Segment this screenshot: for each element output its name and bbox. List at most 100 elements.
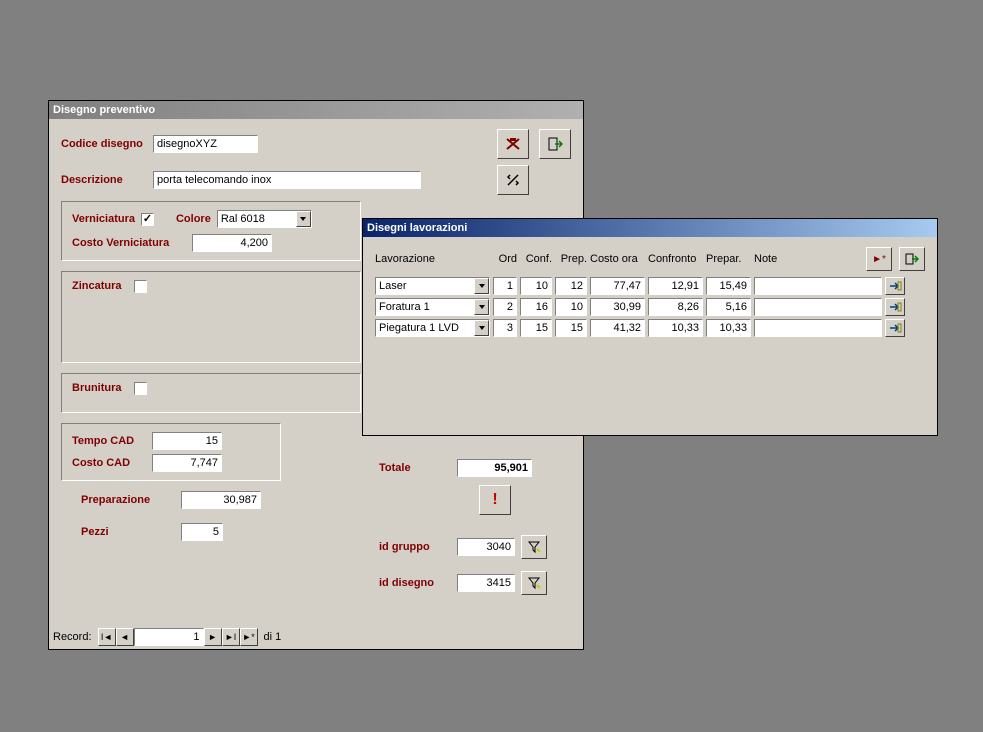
tools-button[interactable] [497, 165, 529, 195]
brunitura-checkbox[interactable] [134, 382, 147, 395]
colore-label: Colore [176, 213, 211, 225]
sub-window: Disegni lavorazioni Lavorazione Ord Conf… [362, 218, 938, 436]
ord-cell[interactable]: 2 [493, 298, 517, 316]
new-row-button[interactable]: ►* [866, 247, 892, 271]
arrow-right-icon [888, 301, 902, 313]
note-cell[interactable] [754, 298, 882, 316]
col-prep: Prep. [555, 253, 587, 265]
prep-cell[interactable]: 10 [555, 298, 587, 316]
row-action-button[interactable] [885, 298, 905, 316]
arrow-right-icon [888, 280, 902, 292]
preparazione-label: Preparazione [81, 494, 181, 506]
id-gruppo-input[interactable] [457, 538, 515, 556]
note-cell[interactable] [754, 277, 882, 295]
record-label: Record: [53, 631, 92, 643]
ord-cell[interactable]: 1 [493, 277, 517, 295]
filter-disegno-button[interactable] [521, 571, 547, 595]
nav-next-button[interactable]: ► [204, 628, 222, 646]
prepar-cell[interactable]: 15,49 [706, 277, 751, 295]
chevron-down-icon [474, 299, 489, 315]
costo-verniciatura-label: Costo Verniciatura [72, 237, 192, 249]
col-costo-ora: Costo ora [590, 253, 645, 265]
prep-cell[interactable]: 12 [555, 277, 587, 295]
conf-cell[interactable]: 16 [520, 298, 552, 316]
costo-ora-cell[interactable]: 41,32 [590, 319, 645, 337]
close-button[interactable] [539, 129, 571, 159]
lavorazione-select[interactable]: Foratura 1 [375, 298, 490, 316]
record-navigator: Record: I◄ ◄ ► ►I ►* di 1 [53, 628, 281, 646]
lavorazione-select[interactable]: Laser [375, 277, 490, 295]
id-disegno-label: id disegno [379, 577, 457, 589]
main-title: Disegno preventivo [53, 104, 155, 116]
sub-titlebar[interactable]: Disegni lavorazioni [363, 219, 937, 237]
exit-door-icon [905, 252, 919, 266]
descrizione-label: Descrizione [61, 174, 153, 186]
prepar-cell[interactable]: 10,33 [706, 319, 751, 337]
nav-first-button[interactable]: I◄ [98, 628, 116, 646]
confronto-cell[interactable]: 10,33 [648, 319, 703, 337]
lavorazione-value: Laser [376, 280, 474, 292]
costo-cad-input[interactable] [152, 454, 222, 472]
verniciatura-label: Verniciatura [72, 213, 135, 225]
table-row: Piegatura 1 LVD3151541,3210,3310,33 [375, 319, 925, 337]
col-prepar: Prepar. [706, 253, 751, 265]
record-of-label: di 1 [264, 631, 282, 643]
filter-gruppo-button[interactable] [521, 535, 547, 559]
costo-cad-label: Costo CAD [72, 457, 152, 469]
descrizione-input[interactable] [153, 171, 421, 189]
nav-prev-button[interactable]: ◄ [116, 628, 134, 646]
nav-last-button[interactable]: ►I [222, 628, 240, 646]
col-note: Note [754, 253, 814, 265]
costo-verniciatura-input[interactable] [192, 234, 272, 252]
table-row: Laser 1101277,4712,9115,49 [375, 277, 925, 295]
zincatura-checkbox[interactable] [134, 280, 147, 293]
totale-input[interactable] [457, 459, 532, 477]
preparazione-input[interactable] [181, 491, 261, 509]
conf-cell[interactable]: 10 [520, 277, 552, 295]
row-action-button[interactable] [885, 277, 905, 295]
codice-disegno-label: Codice disegno [61, 138, 153, 150]
conf-cell[interactable]: 15 [520, 319, 552, 337]
record-number-input[interactable] [134, 628, 204, 646]
col-confronto: Confronto [648, 253, 703, 265]
id-disegno-input[interactable] [457, 574, 515, 592]
colore-select[interactable]: Ral 6018 [217, 210, 312, 228]
totale-label: Totale [379, 462, 457, 474]
brunitura-panel: Brunitura [61, 373, 361, 413]
chevron-down-icon [474, 278, 489, 294]
delete-button[interactable] [497, 129, 529, 159]
exit-door-icon [547, 136, 563, 152]
verniciatura-checkbox[interactable] [141, 213, 154, 226]
arrow-right-icon [888, 322, 902, 334]
filter-icon [527, 540, 541, 554]
prepar-cell[interactable]: 5,16 [706, 298, 751, 316]
tempo-cad-label: Tempo CAD [72, 435, 152, 447]
confronto-cell[interactable]: 8,26 [648, 298, 703, 316]
costo-ora-cell[interactable]: 30,99 [590, 298, 645, 316]
note-cell[interactable] [754, 319, 882, 337]
ord-cell[interactable]: 3 [493, 319, 517, 337]
sub-close-button[interactable] [899, 247, 925, 271]
verniciatura-panel: Verniciatura Colore Ral 6018 Costo Verni… [61, 201, 361, 261]
pezzi-input[interactable] [181, 523, 223, 541]
col-conf: Conf. [520, 253, 552, 265]
tempo-cad-input[interactable] [152, 432, 222, 450]
warning-button[interactable]: ! [479, 485, 511, 515]
row-action-button[interactable] [885, 319, 905, 337]
codice-disegno-input[interactable] [153, 135, 258, 153]
exclamation-icon: ! [492, 491, 497, 509]
confronto-cell[interactable]: 12,91 [648, 277, 703, 295]
new-icon: ►* [872, 254, 886, 265]
lavorazione-value: Foratura 1 [376, 301, 474, 313]
main-titlebar[interactable]: Disegno preventivo [49, 101, 583, 119]
filter-icon [527, 576, 541, 590]
table-row: Foratura 1 2161030,998,265,16 [375, 298, 925, 316]
tools-icon [505, 172, 521, 188]
prep-cell[interactable]: 15 [555, 319, 587, 337]
nav-new-button[interactable]: ►* [240, 628, 258, 646]
colore-value: Ral 6018 [218, 213, 296, 225]
lavorazione-select[interactable]: Piegatura 1 LVD [375, 319, 490, 337]
sub-title: Disegni lavorazioni [367, 222, 467, 234]
cad-panel: Tempo CAD Costo CAD [61, 423, 281, 481]
costo-ora-cell[interactable]: 77,47 [590, 277, 645, 295]
